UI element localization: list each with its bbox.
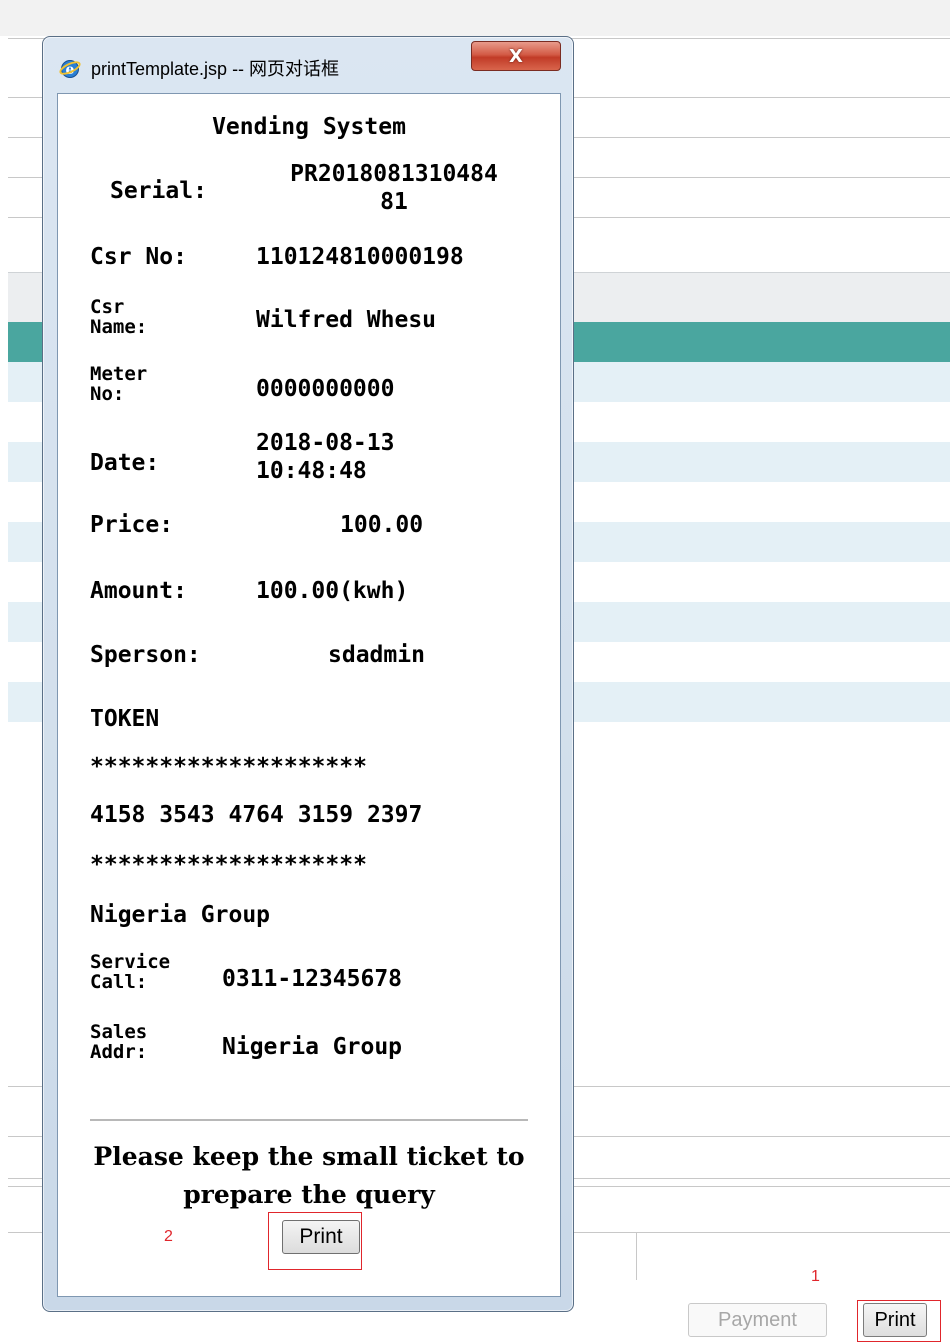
note-line2: prepare the query bbox=[183, 1180, 435, 1209]
meter-label: Meter No: bbox=[90, 364, 147, 404]
token-heading: TOKEN bbox=[90, 706, 160, 732]
dialog-titlebar[interactable]: e printTemplate.jsp -- 网页对话框 X bbox=[43, 37, 573, 93]
note-line1: Please keep the small ticket to bbox=[93, 1142, 525, 1171]
meter-value: 0000000000 bbox=[256, 376, 395, 402]
top-bar bbox=[0, 0, 950, 36]
service-call-value: 0311-12345678 bbox=[222, 966, 403, 992]
annotation-marker-2: 2 bbox=[164, 1228, 173, 1245]
keep-ticket-note: Please keep the small ticket to prepare … bbox=[58, 1138, 560, 1214]
serial-value-line2: 81 bbox=[380, 189, 408, 215]
csr-name-label-line2: Name: bbox=[90, 316, 148, 338]
close-button[interactable]: X bbox=[471, 41, 561, 71]
serial-value: PR2018081310484 81 bbox=[254, 160, 534, 216]
date-value-line2: 10:48:48 bbox=[256, 458, 367, 484]
service-label-line2: Call: bbox=[90, 971, 148, 993]
date-value-line1: 2018-08-13 bbox=[256, 430, 395, 456]
receipt-heading: Vending System bbox=[212, 114, 406, 140]
date-label: Date: bbox=[90, 450, 160, 476]
annotation-marker-1: 1 bbox=[811, 1268, 820, 1285]
payment-button[interactable]: Payment bbox=[688, 1303, 827, 1337]
company-name: Nigeria Group bbox=[90, 902, 271, 928]
service-call-label: Service Call: bbox=[90, 952, 170, 992]
serial-value-line1: PR2018081310484 bbox=[290, 161, 498, 187]
csr-no-value: 110124810000198 bbox=[256, 244, 464, 270]
print-highlight-frame bbox=[857, 1300, 941, 1342]
sales-label-line1: Sales bbox=[90, 1021, 148, 1043]
service-label-line1: Service bbox=[90, 951, 171, 973]
amount-label: Amount: bbox=[90, 578, 187, 604]
sperson-value: sdadmin bbox=[328, 642, 425, 668]
dialog-print-highlight-frame bbox=[268, 1212, 362, 1270]
serial-label: Serial: bbox=[110, 178, 207, 204]
print-dialog: e printTemplate.jsp -- 网页对话框 X Vending S… bbox=[42, 36, 574, 1312]
close-icon: X bbox=[509, 45, 523, 67]
csr-name-label: Csr Name: bbox=[90, 297, 147, 337]
separator bbox=[90, 1119, 528, 1121]
csr-name-label-line1: Csr bbox=[90, 296, 125, 318]
token-stars-top: ******************** bbox=[90, 754, 367, 780]
token-stars-bottom: ******************** bbox=[90, 852, 367, 878]
column-divider bbox=[636, 1232, 637, 1280]
dialog-content: Vending System Serial: PR2018081310484 8… bbox=[57, 93, 561, 1297]
csr-no-label: Csr No: bbox=[90, 244, 187, 270]
dialog-title: printTemplate.jsp -- 网页对话框 bbox=[91, 59, 340, 79]
sales-label-line2: Addr: bbox=[90, 1041, 148, 1063]
sales-addr-value: Nigeria Group bbox=[222, 1034, 403, 1060]
meter-label-line1: Meter bbox=[90, 363, 148, 385]
meter-label-line2: No: bbox=[90, 383, 125, 405]
price-value: 100.00 bbox=[340, 512, 424, 538]
price-label: Price: bbox=[90, 512, 174, 538]
ie-icon: e bbox=[59, 60, 81, 78]
date-value: 2018-08-13 10:48:48 bbox=[256, 429, 394, 485]
token-value: 4158 3543 4764 3159 2397 bbox=[90, 802, 423, 828]
sales-addr-label: Sales Addr: bbox=[90, 1022, 147, 1062]
amount-value: 100.00(kwh) bbox=[256, 578, 409, 604]
csr-name-value: Wilfred Whesu bbox=[256, 307, 437, 333]
sperson-label: Sperson: bbox=[90, 642, 201, 668]
